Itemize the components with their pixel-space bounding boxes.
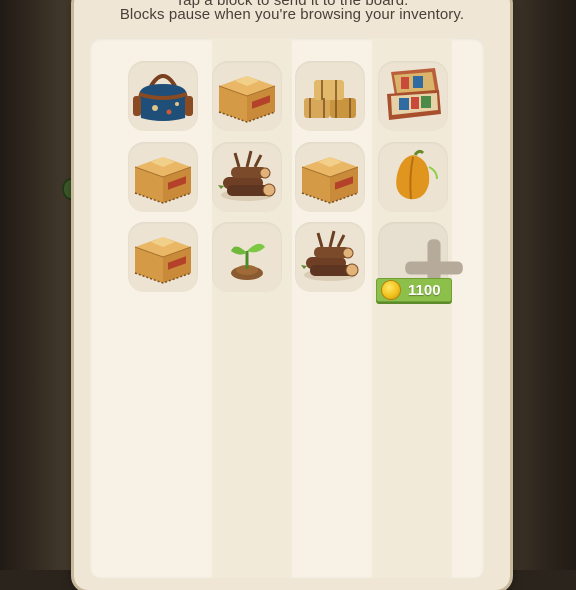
squash-seed-icon xyxy=(396,149,438,200)
inventory-slot-box[interactable] xyxy=(295,142,365,212)
inventory-slot-suitcase[interactable] xyxy=(378,61,448,131)
background-left xyxy=(0,0,80,570)
inventory-slot-box[interactable] xyxy=(128,142,198,212)
inventory-slot-logs[interactable] xyxy=(295,222,365,292)
inventory-slot-box[interactable] xyxy=(128,222,198,292)
cardboard-box-icon xyxy=(296,143,364,211)
cardboard-box-icon xyxy=(129,143,197,211)
slot-price: 1100 xyxy=(408,281,441,299)
cardboard-box-icon xyxy=(129,223,197,291)
inventory-slot-squash[interactable] xyxy=(378,142,448,212)
coin-icon xyxy=(382,281,400,299)
inventory-slot-hay[interactable] xyxy=(295,61,365,131)
inventory-slot-travel-bag[interactable] xyxy=(128,61,198,131)
inventory-slot-box[interactable] xyxy=(212,61,282,131)
log-pile-icon xyxy=(213,143,281,211)
inventory-slot-sprout[interactable] xyxy=(212,222,282,292)
hay-bales-icon xyxy=(304,80,356,118)
open-suitcase-icon xyxy=(387,68,441,120)
instruction-line-2: Blocks pause when you're browsing your i… xyxy=(119,6,465,23)
travel-bag-icon xyxy=(133,74,193,121)
sprout-icon xyxy=(231,243,265,280)
log-pile-icon xyxy=(296,223,364,291)
slot-price-tag[interactable]: 1100 xyxy=(376,278,452,302)
inventory-slot-logs[interactable] xyxy=(212,142,282,212)
cardboard-box-icon xyxy=(213,62,281,130)
